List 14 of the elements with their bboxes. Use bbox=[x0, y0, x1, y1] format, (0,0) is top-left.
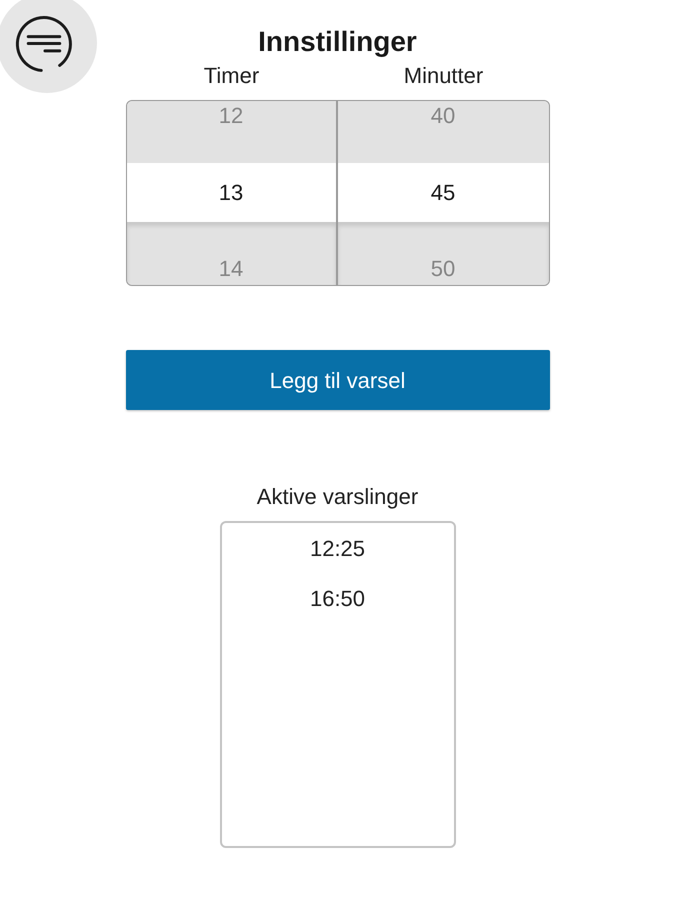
column-label: Minutter bbox=[404, 63, 484, 89]
time-picker[interactable]: 12 13 14 40 45 50 bbox=[126, 100, 550, 286]
active-alerts-label: Aktive varslinger bbox=[256, 484, 418, 510]
alert-time: 16:50 bbox=[310, 586, 366, 612]
picker-option[interactable]: 13 bbox=[126, 162, 336, 222]
picker-option[interactable]: 50 bbox=[338, 222, 548, 285]
picker-option[interactable]: 45 bbox=[338, 162, 548, 222]
page-title: Innstillinger bbox=[258, 25, 417, 59]
add-alert-button[interactable]: Legg til varsel bbox=[126, 350, 550, 410]
alert-time: 12:25 bbox=[310, 536, 366, 562]
picker-option[interactable]: 14 bbox=[126, 222, 336, 285]
menu-icon bbox=[15, 15, 73, 73]
picker-option[interactable]: 40 bbox=[338, 101, 548, 163]
column-label: Timer bbox=[204, 63, 260, 89]
